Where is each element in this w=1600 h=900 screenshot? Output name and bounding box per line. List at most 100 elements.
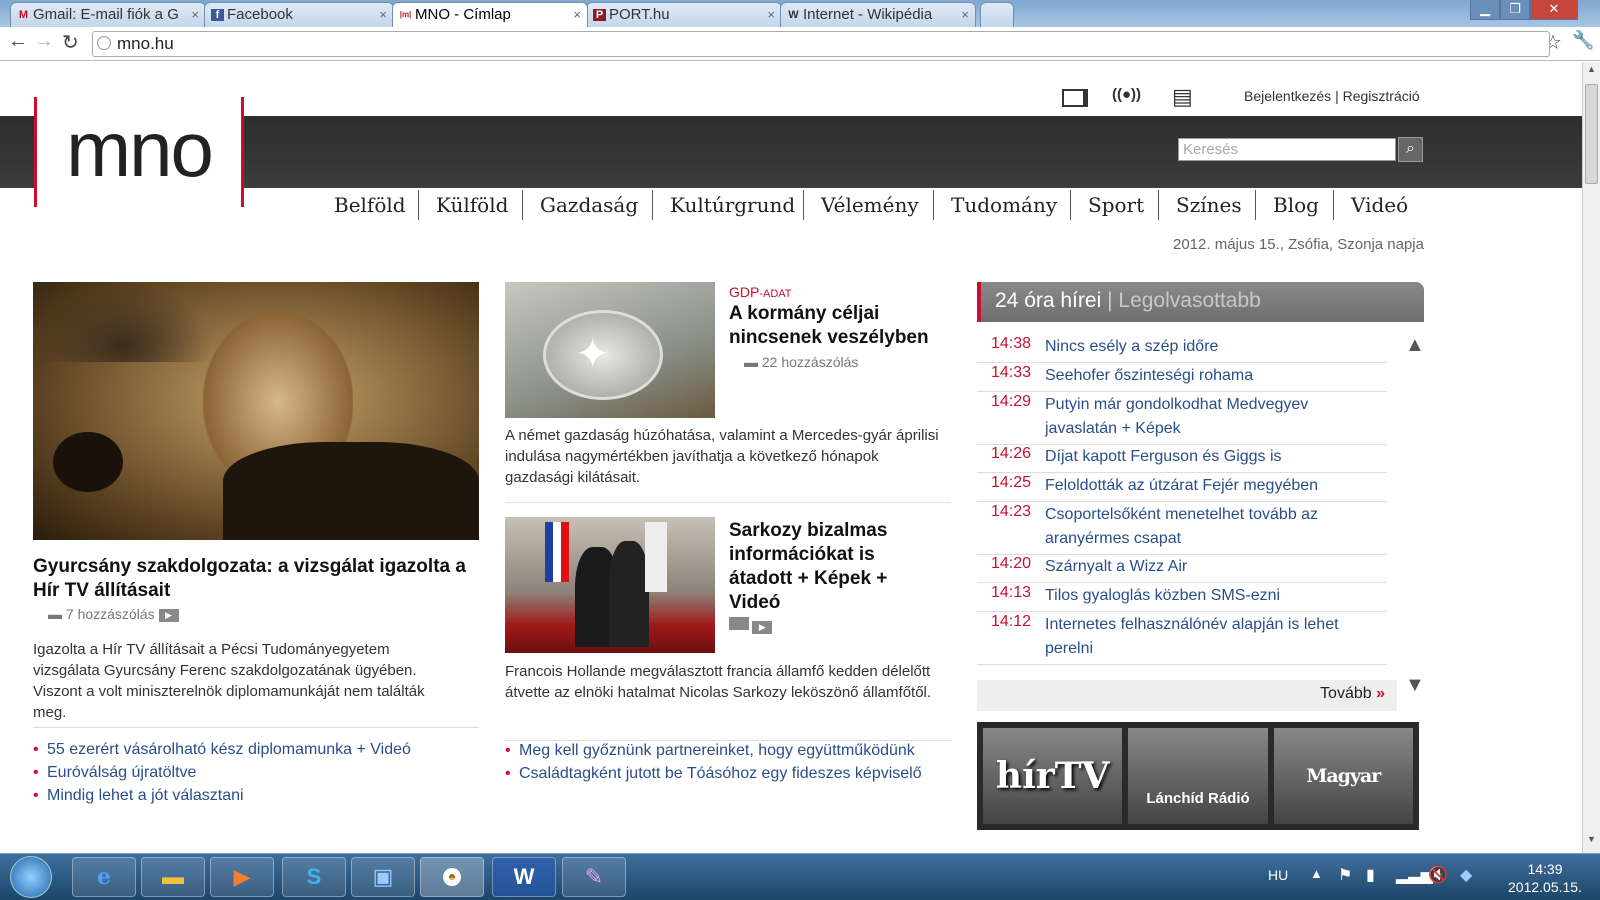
a1-comments[interactable]: ▬ 22 hozzászólás (744, 354, 858, 370)
nav-blog[interactable]: Blog (1255, 190, 1336, 220)
related-link[interactable]: 55 ezerért vásárolható kész diplomamunka… (33, 738, 479, 761)
scroll-up-arrow-icon[interactable]: ▲ (1405, 334, 1425, 357)
tab-facebook[interactable]: f Facebook × (204, 2, 394, 27)
mercedes-image[interactable]: ✦ (505, 282, 715, 418)
scroll-down-arrow-icon[interactable]: ▼ (1405, 674, 1425, 697)
wrench-icon[interactable]: 🔧 (1572, 30, 1594, 51)
radio-wave-icon[interactable]: ((●)) (1112, 86, 1141, 103)
address-bar[interactable]: mno.hu (92, 31, 1550, 57)
nav-belfold[interactable]: Belföld (317, 190, 423, 220)
login-link[interactable]: Bejelentkezés (1244, 88, 1331, 104)
divider (505, 502, 951, 503)
scroll-thumb[interactable] (1585, 84, 1598, 184)
page-scrollbar[interactable]: ▲ ▼ (1582, 62, 1600, 853)
comment-count: 7 hozzászólás (65, 606, 155, 622)
skype-icon[interactable]: S (282, 857, 346, 897)
volume-muted-icon[interactable]: 🔇 (1428, 865, 1448, 885)
separator: | (1335, 88, 1339, 104)
nav-kulfold[interactable]: Külföld (418, 190, 525, 220)
news-item[interactable]: 14:25 Feloldották az útzárat Fejér megyéb… (977, 471, 1387, 502)
folder-icon[interactable]: ▬ (141, 857, 205, 897)
nav-sport[interactable]: Sport (1070, 190, 1161, 220)
news-tabs: 24 óra hírei | Legolvasottabb (977, 282, 1424, 322)
a2-title[interactable]: Sarkozy bizalmas információkat is átadot… (729, 519, 929, 615)
mercedes-star-shape: ✦ (575, 330, 611, 377)
tab-port[interactable]: P PORT.hu × (586, 2, 782, 27)
a2-media-icons[interactable]: ▶ (729, 617, 773, 634)
clock[interactable]: 14:39 2012.05.15. (1500, 860, 1590, 896)
video-icon: ▶ (158, 608, 179, 622)
lanchid-radio-logo[interactable]: Lánchíd Rádió (1128, 728, 1268, 824)
kicker-sub: -ADAT (759, 288, 792, 300)
chrome-icon[interactable] (420, 857, 484, 897)
search-icon[interactable]: ⌕ (1398, 137, 1423, 162)
word-icon[interactable]: W (492, 857, 556, 897)
tab-gmail[interactable]: M Gmail: E-mail fiók a G × (10, 2, 206, 27)
hirtv-logo[interactable]: hírTV (983, 728, 1123, 824)
nav-velemeny[interactable]: Vélemény (803, 190, 936, 220)
lead-image[interactable] (33, 282, 479, 540)
nav-video[interactable]: Videó (1333, 190, 1425, 220)
mno-logo[interactable]: mno (34, 97, 244, 207)
related-link[interactable]: Családtagként jutott be Tóásóhoz egy fid… (505, 762, 951, 785)
media-player-icon[interactable]: ▶ (210, 857, 274, 897)
close-icon[interactable]: × (191, 7, 199, 22)
tab-mno[interactable]: |m| MNO - Címlap × (392, 2, 588, 27)
nav-kulturgrund[interactable]: Kultúrgrund (652, 190, 812, 220)
start-button-icon[interactable] (10, 856, 52, 898)
search-input[interactable]: Keresés (1178, 138, 1396, 161)
scroll-up-icon[interactable]: ▲ (1585, 64, 1598, 80)
new-tab-button[interactable] (980, 2, 1014, 27)
show-hidden-icons-icon[interactable]: ▲ (1310, 866, 1323, 881)
close-window-button[interactable]: ✕ (1530, 0, 1578, 20)
nav-gazdasag[interactable]: Gazdaság (522, 190, 655, 220)
close-icon[interactable]: × (573, 7, 581, 22)
power-icon[interactable]: ▮ (1366, 865, 1375, 885)
news-title: Tilos gyaloglás közben SMS-ezni (1045, 587, 1281, 604)
dropbox-icon[interactable]: ◆ (1460, 865, 1472, 885)
news-item[interactable]: 14:29 Putyin már gondolkodhat Medvegyev j… (977, 390, 1387, 445)
close-icon[interactable]: × (961, 7, 969, 22)
language-indicator[interactable]: HU (1268, 867, 1288, 883)
news-item[interactable]: 14:23 Csoportelsőként menetelhet tovább a… (977, 500, 1387, 555)
news-item[interactable]: 14:12 Internetes felhasználónév alapján i… (977, 610, 1387, 665)
reload-icon[interactable]: ↻ (62, 30, 79, 55)
news-item[interactable]: 14:33 Seehofer őszinteségi rohama (977, 361, 1387, 392)
browser-titlebar: M Gmail: E-mail fiók a G × f Facebook × … (0, 0, 1600, 27)
more-button[interactable]: Tovább » (977, 680, 1397, 711)
tab-wikipedia[interactable]: W Internet - Wikipédia × (780, 2, 976, 27)
lead-links: 55 ezerért vásárolható kész diplomamunka… (33, 738, 479, 807)
tab-24-hours[interactable]: 24 óra hírei (995, 289, 1101, 312)
magyar-nemzet-logo[interactable]: Magyar Nemzet (1273, 728, 1413, 824)
related-link[interactable]: Meg kell győznünk partnereinket, hogy eg… (505, 739, 951, 762)
register-link[interactable]: Regisztráció (1343, 88, 1420, 104)
newspaper-icon[interactable]: ▤ (1172, 86, 1193, 108)
action-center-flag-icon[interactable]: ⚑ (1338, 865, 1352, 885)
lead-comments[interactable]: ▬ 7 hozzászólás ▶ (48, 606, 179, 622)
forward-icon[interactable]: → (34, 30, 54, 53)
a1-title[interactable]: A kormány céljai nincsenek veszélyben (729, 302, 959, 350)
news-item[interactable]: 14:20 Szárnyalt a Wizz Air (977, 552, 1387, 583)
nav-szines[interactable]: Színes (1158, 190, 1259, 220)
scroll-down-icon[interactable]: ▼ (1585, 834, 1598, 850)
news-item[interactable]: 14:13 Tilos gyaloglás közben SMS-ezni (977, 581, 1387, 612)
minimize-button[interactable]: ▁ (1470, 0, 1500, 20)
computer-icon[interactable]: ▣ (351, 857, 415, 897)
layout-single-icon[interactable] (1062, 89, 1088, 107)
related-link[interactable]: Mindig lehet a jót választani (33, 784, 479, 807)
sarkozy-image[interactable] (505, 517, 715, 653)
news-item[interactable]: 14:38 Nincs esély a szép időre (977, 332, 1387, 363)
paint-icon[interactable]: ✎ (562, 857, 626, 897)
close-icon[interactable]: × (767, 7, 775, 22)
nav-tudomany[interactable]: Tudomány (933, 190, 1074, 220)
related-link[interactable]: Euróválság újratöltve (33, 761, 479, 784)
tab-most-read[interactable]: Legolvasottabb (1118, 289, 1260, 312)
close-icon[interactable]: × (379, 7, 387, 22)
internet-explorer-icon[interactable]: e (72, 857, 136, 897)
lead-headline[interactable]: Gyurcsány szakdolgozata: a vizsgálat iga… (33, 555, 479, 603)
news-item[interactable]: 14:26 Díjat kapott Ferguson és Giggs is (977, 442, 1387, 473)
back-icon[interactable]: ← (8, 30, 28, 53)
news-title: Csoportelsőként menetelhet tovább az ara… (1045, 506, 1319, 547)
maximize-button[interactable]: ❐ (1500, 0, 1530, 20)
news-list: 14:38 Nincs esély a szép időre 14:33 Seeho… (977, 332, 1397, 674)
